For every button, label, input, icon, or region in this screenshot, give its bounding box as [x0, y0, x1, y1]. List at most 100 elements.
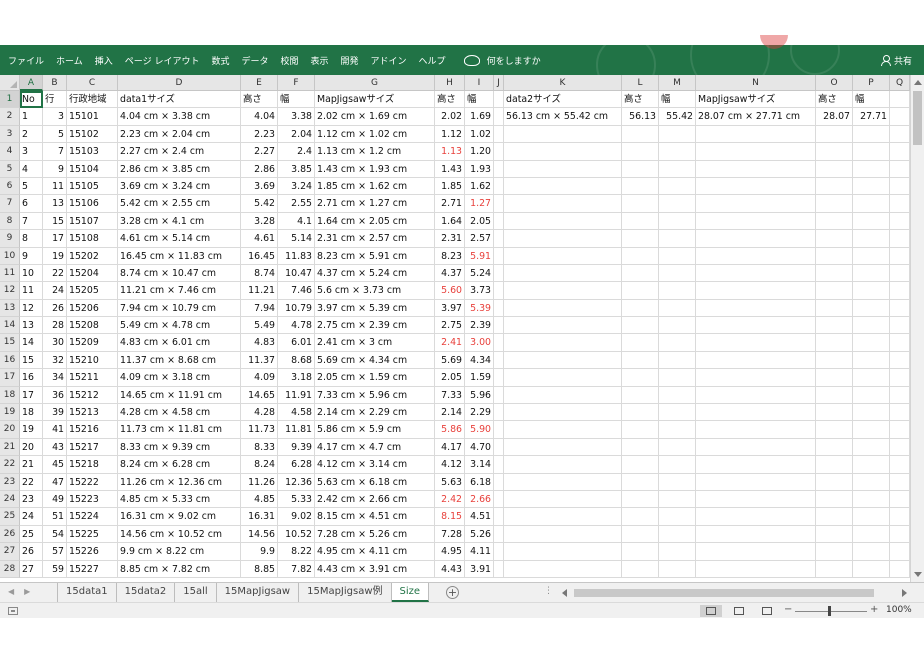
horizontal-scrollbar[interactable]: ⋮ — [544, 586, 910, 599]
cell-data2-height[interactable] — [622, 195, 659, 213]
cell-data2-width[interactable] — [659, 421, 696, 439]
cell-row[interactable]: 30 — [43, 334, 67, 352]
cell-mj-height[interactable]: 2.71 — [435, 195, 465, 213]
cell-mapjigsaw2-size[interactable] — [696, 247, 816, 265]
sheet-tab-1[interactable]: 15data1 — [57, 583, 117, 602]
cell-mj-height[interactable]: 高さ — [435, 91, 465, 109]
cell-data2-height[interactable] — [622, 369, 659, 387]
cell-mj2-height[interactable]: 高さ — [816, 91, 853, 109]
cell-mj-height[interactable]: 2.75 — [435, 317, 465, 335]
cell-mapjigsaw-size[interactable]: 1.64 cm × 2.05 cm — [315, 212, 435, 231]
cell-data2-width[interactable] — [659, 125, 696, 144]
cell-data2-width[interactable]: 55.42 — [659, 108, 696, 126]
cell-data1-size[interactable]: 4.28 cm × 4.58 cm — [118, 404, 241, 422]
cell-data2-height[interactable] — [622, 456, 659, 474]
cell-mj-height[interactable]: 8.23 — [435, 247, 465, 265]
cell-mj2-height[interactable] — [816, 230, 853, 248]
cell-mj2-height[interactable] — [816, 143, 853, 161]
cell-blank[interactable] — [494, 108, 504, 126]
row-header[interactable]: 24 — [0, 490, 20, 509]
cell-mj-width[interactable]: 2.29 — [465, 404, 494, 422]
cell-mj-height[interactable]: 5.60 — [435, 282, 465, 300]
cell-data1-height[interactable]: 14.56 — [241, 525, 278, 544]
cell-data1-height[interactable]: 14.65 — [241, 386, 278, 405]
cell-data1-size[interactable]: 11.73 cm × 11.81 cm — [118, 421, 241, 439]
select-all-corner[interactable] — [0, 75, 20, 91]
tab-split-handle-icon[interactable]: ⋮ — [544, 586, 553, 596]
cell-data2-width[interactable] — [659, 177, 696, 196]
row-header[interactable]: 7 — [0, 195, 20, 213]
cell-data1-size[interactable]: 5.49 cm × 4.78 cm — [118, 317, 241, 335]
cell-blank[interactable] — [494, 421, 504, 439]
cell-blank[interactable] — [890, 195, 910, 213]
cell-mj2-height[interactable] — [816, 456, 853, 474]
cell-data1-width[interactable]: 10.79 — [278, 299, 315, 318]
row-header[interactable]: 10 — [0, 247, 20, 265]
sheet-tab-3[interactable]: 15all — [175, 583, 217, 602]
cell-mapjigsaw2-size[interactable] — [696, 317, 816, 335]
normal-view-button[interactable] — [700, 605, 722, 617]
cell-data1-size[interactable]: 4.85 cm × 5.33 cm — [118, 490, 241, 509]
cell-no[interactable]: 10 — [20, 264, 43, 283]
cell-mapjigsaw-size[interactable]: MapJigsawサイズ — [315, 91, 435, 109]
cell-blank[interactable] — [494, 247, 504, 265]
cell-data1-height[interactable]: 高さ — [241, 91, 278, 109]
cell-data1-size[interactable]: 8.74 cm × 10.47 cm — [118, 264, 241, 283]
cell-mapjigsaw-size[interactable]: 2.05 cm × 1.59 cm — [315, 369, 435, 387]
cell-region-code[interactable]: 15212 — [67, 386, 118, 405]
cell-data1-width[interactable]: 幅 — [278, 91, 315, 109]
cell-blank[interactable] — [494, 351, 504, 370]
column-header-c[interactable]: C — [67, 75, 118, 91]
cell-blank[interactable] — [890, 230, 910, 248]
cell-data2-size[interactable] — [504, 160, 622, 178]
cell-data1-size[interactable]: 14.56 cm × 10.52 cm — [118, 525, 241, 544]
cell-mj-height[interactable]: 5.69 — [435, 351, 465, 370]
cell-mapjigsaw2-size[interactable] — [696, 404, 816, 422]
cell-data1-height[interactable]: 16.31 — [241, 508, 278, 526]
cell-no[interactable]: 5 — [20, 177, 43, 196]
macro-record-icon[interactable] — [8, 607, 18, 615]
cell-region-code[interactable]: 15205 — [67, 282, 118, 300]
cell-data2-size[interactable] — [504, 369, 622, 387]
cell-mapjigsaw2-size[interactable] — [696, 543, 816, 561]
cell-data2-height[interactable]: 高さ — [622, 91, 659, 109]
cell-row[interactable]: 24 — [43, 282, 67, 300]
cell-mapjigsaw-size[interactable]: 2.41 cm × 3 cm — [315, 334, 435, 352]
ribbon-tab-10[interactable]: アドイン — [365, 54, 413, 67]
sheet-tab-6[interactable]: Size — [391, 583, 430, 602]
cell-data2-height[interactable] — [622, 421, 659, 439]
cell-data2-width[interactable] — [659, 264, 696, 283]
cell-data2-size[interactable] — [504, 508, 622, 526]
cell-blank[interactable] — [494, 177, 504, 196]
cell-data2-height[interactable] — [622, 247, 659, 265]
scroll-right-icon[interactable] — [902, 589, 907, 597]
cell-mapjigsaw2-size[interactable]: MapJigsawサイズ — [696, 91, 816, 109]
cell-mapjigsaw-size[interactable]: 5.63 cm × 6.18 cm — [315, 473, 435, 491]
cell-blank[interactable] — [890, 490, 910, 509]
cell-mj2-height[interactable]: 28.07 — [816, 108, 853, 126]
cell-blank[interactable] — [494, 264, 504, 283]
cell-mj-width[interactable]: 4.51 — [465, 508, 494, 526]
cell-mj2-height[interactable] — [816, 317, 853, 335]
tell-me-search[interactable]: 何をしますか — [458, 54, 547, 67]
cell-data1-width[interactable]: 11.91 — [278, 386, 315, 405]
cell-mj-height[interactable]: 8.15 — [435, 508, 465, 526]
cell-data1-size[interactable]: data1サイズ — [118, 91, 241, 109]
row-header[interactable]: 17 — [0, 369, 20, 387]
cell-mapjigsaw-size[interactable]: 4.12 cm × 3.14 cm — [315, 456, 435, 474]
cell-mj-height[interactable]: 5.86 — [435, 421, 465, 439]
cell-no[interactable]: 16 — [20, 369, 43, 387]
cell-blank[interactable] — [494, 438, 504, 457]
cell-mapjigsaw2-size[interactable] — [696, 282, 816, 300]
cell-mj2-height[interactable] — [816, 490, 853, 509]
page-layout-view-button[interactable] — [728, 605, 750, 617]
row-header[interactable]: 23 — [0, 473, 20, 491]
cell-mj2-width[interactable] — [853, 543, 890, 561]
cell-mapjigsaw2-size[interactable] — [696, 508, 816, 526]
cell-data2-size[interactable] — [504, 177, 622, 196]
zoom-level[interactable]: 100% — [886, 605, 912, 615]
cell-data1-size[interactable]: 2.86 cm × 3.85 cm — [118, 160, 241, 178]
cell-mapjigsaw2-size[interactable] — [696, 264, 816, 283]
cell-data2-size[interactable] — [504, 473, 622, 491]
cell-mj-width[interactable]: 2.66 — [465, 490, 494, 509]
